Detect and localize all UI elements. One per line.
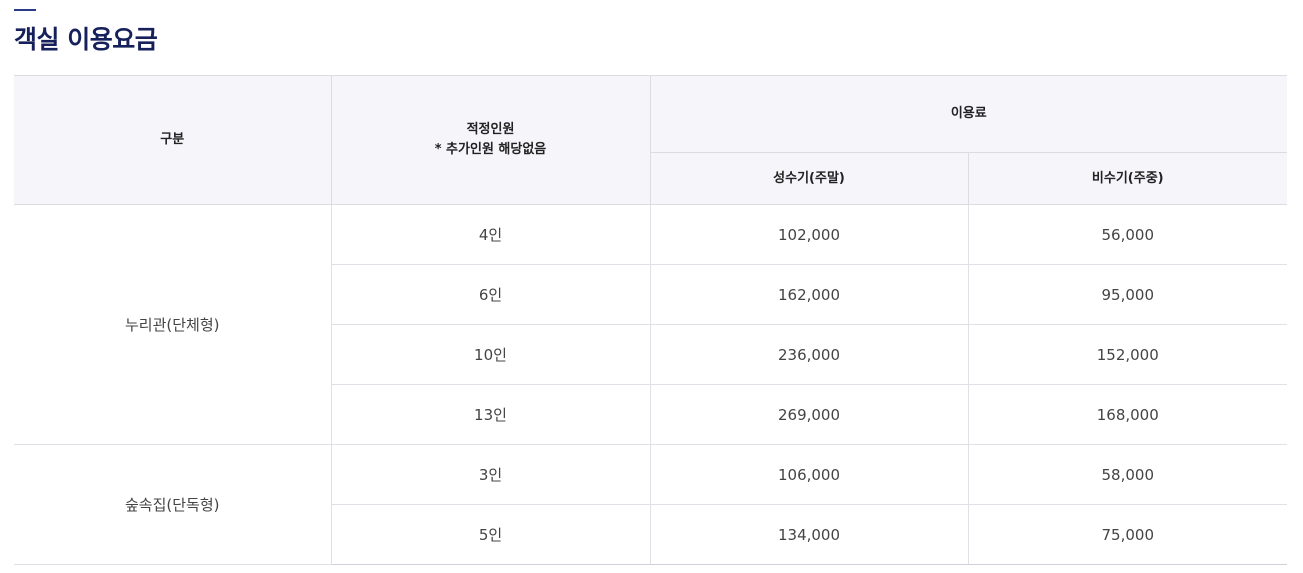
peak-price-cell: 162,000 <box>649 264 969 325</box>
header-fee: 이용료 <box>649 75 1288 153</box>
header-capacity-label: 적정인원 <box>466 122 515 137</box>
peak-price-cell: 269,000 <box>649 384 969 445</box>
capacity-cell: 6인 <box>331 264 651 325</box>
offpeak-price-cell: 75,000 <box>967 504 1288 565</box>
capacity-cell: 4인 <box>330 204 651 265</box>
page-title: 객실 이용요금 <box>14 25 158 54</box>
table-header: 구분 적정인원 * 추가인원 해당없음 이용료 성수기(주말) 비수기(주중) <box>14 75 1288 205</box>
page: 객실 이용요금 구분 적정인원 * 추가인원 해당없음 이용료 성수기(주말) … <box>0 0 1303 573</box>
peak-price-cell: 236,000 <box>649 324 969 385</box>
table-body: 누리관(단체형) 4인 102,000 56,000 6인 162,000 95… <box>14 204 1288 565</box>
offpeak-price-cell: 152,000 <box>967 324 1288 385</box>
group-name: 숲속집(단독형) <box>14 444 332 565</box>
room-rates-table: 구분 적정인원 * 추가인원 해당없음 이용료 성수기(주말) 비수기(주중) … <box>14 75 1288 565</box>
peak-price-cell: 102,000 <box>649 204 969 265</box>
offpeak-price-cell: 168,000 <box>967 384 1288 445</box>
table-row: 누리관(단체형) 4인 102,000 56,000 <box>14 204 1288 445</box>
header-offpeak: 비수기(주중) <box>967 152 1288 205</box>
peak-price-cell: 134,000 <box>649 504 969 565</box>
capacity-cell: 5인 <box>331 504 651 565</box>
capacity-cell: 3인 <box>330 444 651 505</box>
peak-price-cell: 106,000 <box>649 444 969 505</box>
offpeak-price-cell: 95,000 <box>967 264 1288 325</box>
table-row: 숲속집(단독형) 3인 106,000 58,000 <box>14 444 1288 565</box>
capacity-cell: 10인 <box>331 324 651 385</box>
title-accent-line <box>14 9 36 11</box>
group-name: 누리관(단체형) <box>14 204 332 445</box>
header-category: 구분 <box>14 75 332 205</box>
header-capacity-note: * 추가인원 해당없음 <box>434 142 547 157</box>
offpeak-price-cell: 58,000 <box>967 444 1288 505</box>
header-capacity: 적정인원 * 추가인원 해당없음 <box>330 75 651 205</box>
capacity-cell: 13인 <box>331 384 651 445</box>
offpeak-price-cell: 56,000 <box>967 204 1288 265</box>
header-peak: 성수기(주말) <box>650 152 969 205</box>
